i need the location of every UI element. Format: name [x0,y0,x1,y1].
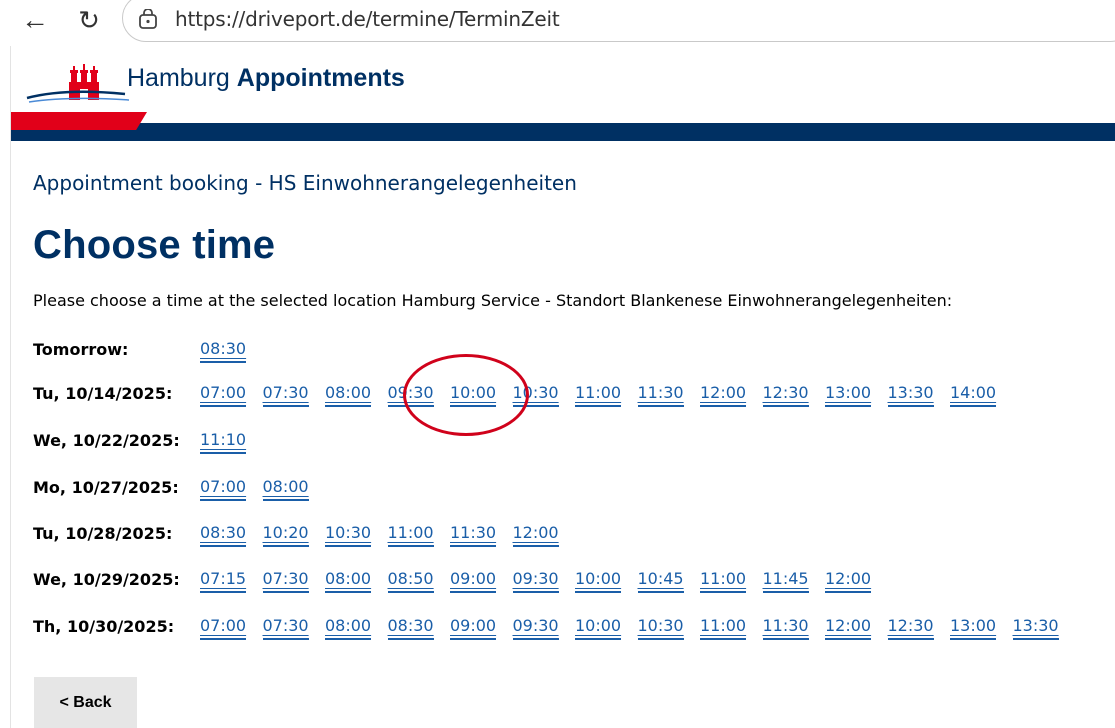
back-button[interactable]: < Back [34,677,137,728]
day-label: Th, 10/30/2025: [33,617,175,636]
time-slot-link[interactable]: 07:15 [200,570,247,593]
time-slot-link[interactable]: 08:00 [325,384,372,407]
time-slot-link[interactable]: 13:00 [825,384,872,407]
time-slot-link[interactable]: 07:30 [262,570,309,593]
day-label: Tu, 10/28/2025: [33,524,173,543]
time-slot-link[interactable]: 11:00 [700,617,747,640]
day-row: We, 10/22/2025: 11:10 [33,431,1113,459]
time-slot-link[interactable]: 13:30 [1012,617,1059,640]
time-slot-link[interactable]: 07:00 [200,478,247,501]
hamburg-castle-logo[interactable] [25,56,137,108]
time-slot-link[interactable]: 10:00 [575,570,622,593]
back-arrow-icon[interactable]: ← [18,2,52,38]
day-label: Tomorrow: [33,340,129,359]
brand-bold: Appointments [236,64,405,92]
time-slot-link[interactable]: 07:00 [200,617,247,640]
time-slot-link[interactable]: 08:30 [200,340,247,363]
time-slot-link[interactable]: 10:45 [637,570,684,593]
header-blue-stripe [11,123,1115,141]
time-slot-link[interactable]: 08:00 [325,617,372,640]
time-slot-link[interactable]: 10:20 [262,524,309,547]
time-slot-link[interactable]: 07:30 [262,617,309,640]
time-slot-link[interactable]: 08:00 [325,570,372,593]
time-slot-link[interactable]: 12:30 [887,617,934,640]
page-title: Choose time [33,223,276,267]
time-slot-link[interactable]: 10:30 [325,524,372,547]
brand-regular: Hamburg [127,64,230,92]
time-slot-link[interactable]: 09:00 [450,570,497,593]
time-slot-link[interactable]: 11:45 [762,570,809,593]
day-row: Tu, 10/14/2025: 07:00 07:30 08:00 09:30 10:00… [33,384,1113,412]
day-label: We, 10/22/2025: [33,431,180,450]
reload-icon[interactable]: ↻ [72,2,106,38]
time-slot-link[interactable]: 10:30 [512,384,559,407]
time-slot-link[interactable]: 07:00 [200,384,247,407]
instruction-text: Please choose a time at the selected loc… [33,291,953,310]
site-info-icon[interactable] [138,9,158,29]
time-slot-link[interactable]: 09:30 [387,384,434,407]
time-slot-link[interactable]: 11:30 [637,384,684,407]
time-slot-link[interactable]: 12:00 [700,384,747,407]
day-label: Mo, 10/27/2025: [33,478,179,497]
time-slot-link[interactable]: 07:30 [262,384,309,407]
time-slot-link[interactable]: 11:10 [200,431,247,454]
brand-title[interactable]: Hamburg Appointments [127,64,405,93]
time-slot-link[interactable]: 11:00 [700,570,747,593]
day-label: Tu, 10/14/2025: [33,384,173,403]
day-row: We, 10/29/2025: 07:15 07:30 08:00 08:50 09:00… [33,570,1113,598]
url-text[interactable]: https://driveport.de/termine/TerminZeit [175,7,560,31]
time-slot-link[interactable]: 08:50 [387,570,434,593]
time-slot-link[interactable]: 08:30 [200,524,247,547]
site-header: Hamburg Appointments [11,46,1115,142]
time-slot-link[interactable]: 09:30 [512,617,559,640]
time-slot-link[interactable]: 12:00 [825,617,872,640]
day-row: Tomorrow: 08:30 [33,340,1113,368]
time-slot-link[interactable]: 12:00 [825,570,872,593]
time-slot-link[interactable]: 11:30 [762,617,809,640]
time-slot-link[interactable]: 13:00 [950,617,997,640]
day-row: Th, 10/30/2025: 07:00 07:30 08:00 08:30 09:00… [33,617,1113,645]
time-slot-link[interactable]: 10:00 [575,617,622,640]
day-row: Mo, 10/27/2025: 07:00 08:00 [33,478,1113,506]
time-slot-link[interactable]: 11:00 [575,384,622,407]
header-red-accent [11,112,147,130]
time-slot-link[interactable]: 13:30 [887,384,934,407]
time-slot-link[interactable]: 09:00 [450,617,497,640]
time-slot-link[interactable]: 09:30 [512,570,559,593]
time-slot-link[interactable]: 12:00 [512,524,559,547]
browser-toolbar: ← ↻ https://driveport.de/termine/TerminZ… [0,0,1115,42]
time-slot-link[interactable]: 08:30 [387,617,434,640]
time-slot-link[interactable]: 11:00 [387,524,434,547]
day-label: We, 10/29/2025: [33,570,180,589]
time-slot-link[interactable]: 08:00 [262,478,309,501]
time-slot-link[interactable]: 11:30 [450,524,497,547]
time-slot-link[interactable]: 10:00 [450,384,497,407]
time-slot-link[interactable]: 12:30 [762,384,809,407]
breadcrumb: Appointment booking - HS Einwohnerangele… [33,171,577,195]
day-row: Tu, 10/28/2025: 08:30 10:20 10:30 11:00 11:30… [33,524,1113,552]
time-slot-link[interactable]: 10:30 [637,617,684,640]
time-slot-link[interactable]: 14:00 [950,384,997,407]
